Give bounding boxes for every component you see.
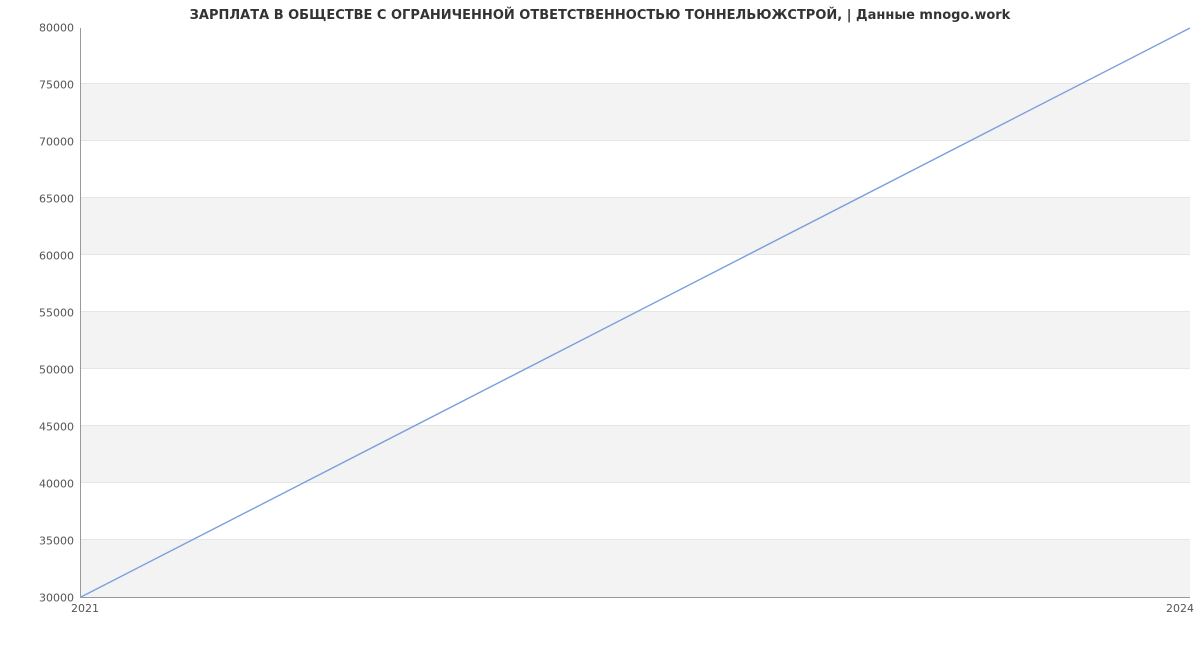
ytick-label: 75000 — [14, 79, 74, 92]
ytick-label: 55000 — [14, 307, 74, 320]
ytick-label: 70000 — [14, 136, 74, 149]
xtick-label: 2024 — [1166, 602, 1194, 615]
ytick-label: 80000 — [14, 22, 74, 35]
ytick-label: 60000 — [14, 250, 74, 263]
chart-container: ЗАРПЛАТА В ОБЩЕСТВЕ С ОГРАНИЧЕННОЙ ОТВЕТ… — [0, 0, 1200, 650]
xtick-label: 2021 — [71, 602, 99, 615]
ytick-label: 50000 — [14, 364, 74, 377]
ytick-label: 35000 — [14, 535, 74, 548]
plot-area — [80, 28, 1190, 598]
line-series — [81, 28, 1190, 597]
ytick-label: 30000 — [14, 592, 74, 605]
ytick-label: 45000 — [14, 421, 74, 434]
ytick-label: 40000 — [14, 478, 74, 491]
chart-title: ЗАРПЛАТА В ОБЩЕСТВЕ С ОГРАНИЧЕННОЙ ОТВЕТ… — [0, 8, 1200, 23]
ytick-label: 65000 — [14, 193, 74, 206]
